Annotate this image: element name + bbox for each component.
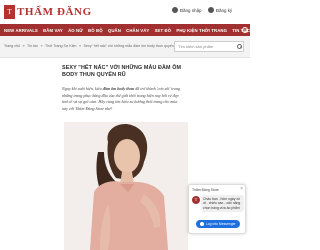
search-input[interactable]: [174, 41, 244, 52]
article-intro: Ngay khi xuất hiện, kiểu đầm ôm body thu…: [62, 86, 184, 112]
nav-item-phu-kien[interactable]: PHỤ KIỆN THỜI TRANG: [176, 28, 227, 33]
chat-avatar: T: [192, 196, 200, 204]
breadcrumb-bar: Trang chủ » Tin tức » Thời Trang Sự Kiện…: [0, 36, 250, 58]
nav-item-quan[interactable]: QUẦN: [108, 28, 121, 33]
breadcrumb-home[interactable]: Trang chủ: [4, 44, 20, 48]
close-icon[interactable]: ×: [240, 186, 243, 192]
login-link[interactable]: Đăng nhập: [172, 7, 201, 13]
register-label: Đăng ký: [216, 7, 233, 13]
intro-text: Ngay khi xuất hiện, kiểu: [62, 86, 103, 91]
breadcrumb-news[interactable]: Tin tức: [27, 44, 38, 48]
model-photo-illustration: [64, 122, 188, 250]
article-title: SEXY "HẾT NẤC" VỚI NHỮNG MẪU ĐẦM ÔM BODY…: [62, 65, 182, 79]
top-header: T THẨM ĐĂNG Đăng nhập Đăng ký: [0, 0, 250, 24]
breadcrumb-current: Sexy "hết nấc" với những mẫu đầm ôm body…: [83, 44, 178, 48]
main-nav: NEW ARRIVALS ĐẦM VAY ÁO NỮ ĐỒ BỘ QUẦN CH…: [0, 24, 285, 36]
nav-item-dam-vay[interactable]: ĐẦM VAY: [43, 28, 63, 33]
chat-message: Chào bạn , hôm ngày xô ơi . chiếu cao - …: [201, 195, 244, 212]
article-photo: [64, 122, 188, 250]
register-link[interactable]: Đăng ký: [208, 7, 232, 13]
messenger-login-button[interactable]: Log into Messenger: [196, 220, 240, 228]
chat-header: Thẩm Đăng Store: [192, 188, 219, 192]
breadcrumb-separator: »: [22, 44, 25, 48]
breadcrumb-separator: »: [79, 44, 82, 48]
nav-search-icon[interactable]: [241, 26, 248, 34]
logo-mark-icon: T: [4, 5, 15, 19]
breadcrumb-category[interactable]: Thời Trang Sự Kiện: [45, 44, 77, 48]
user-icon: [208, 7, 214, 13]
breadcrumb: Trang chủ » Tin tức » Thời Trang Sự Kiện…: [4, 44, 179, 48]
nav-item-chan-vay[interactable]: CHÂN VÁY: [126, 28, 149, 33]
user-icon: [172, 7, 178, 13]
brand-name: THẨM ĐĂNG: [17, 6, 92, 18]
messenger-login-label: Log into Messenger: [205, 222, 236, 226]
nav-item-set-do[interactable]: SET ĐỒ: [155, 28, 172, 33]
nav-item-life-stream[interactable]: LIFE STREAM: [256, 28, 286, 33]
brand-logo[interactable]: T THẨM ĐĂNG: [4, 4, 92, 20]
search-icon[interactable]: [236, 43, 243, 50]
intro-keyword-link[interactable]: đầm ôm body thun: [103, 86, 135, 91]
breadcrumb-separator: »: [40, 44, 43, 48]
nav-item-do-bo[interactable]: ĐỒ BỘ: [88, 28, 103, 33]
nav-item-ao-nu[interactable]: ÁO NỮ: [68, 28, 83, 33]
login-label: Đăng nhập: [180, 7, 202, 13]
nav-item-new-arrivals[interactable]: NEW ARRIVALS: [4, 28, 38, 33]
messenger-icon: [200, 222, 204, 226]
messenger-chat-widget[interactable]: Thẩm Đăng Store × T Chào bạn , hôm ngày …: [188, 184, 246, 234]
